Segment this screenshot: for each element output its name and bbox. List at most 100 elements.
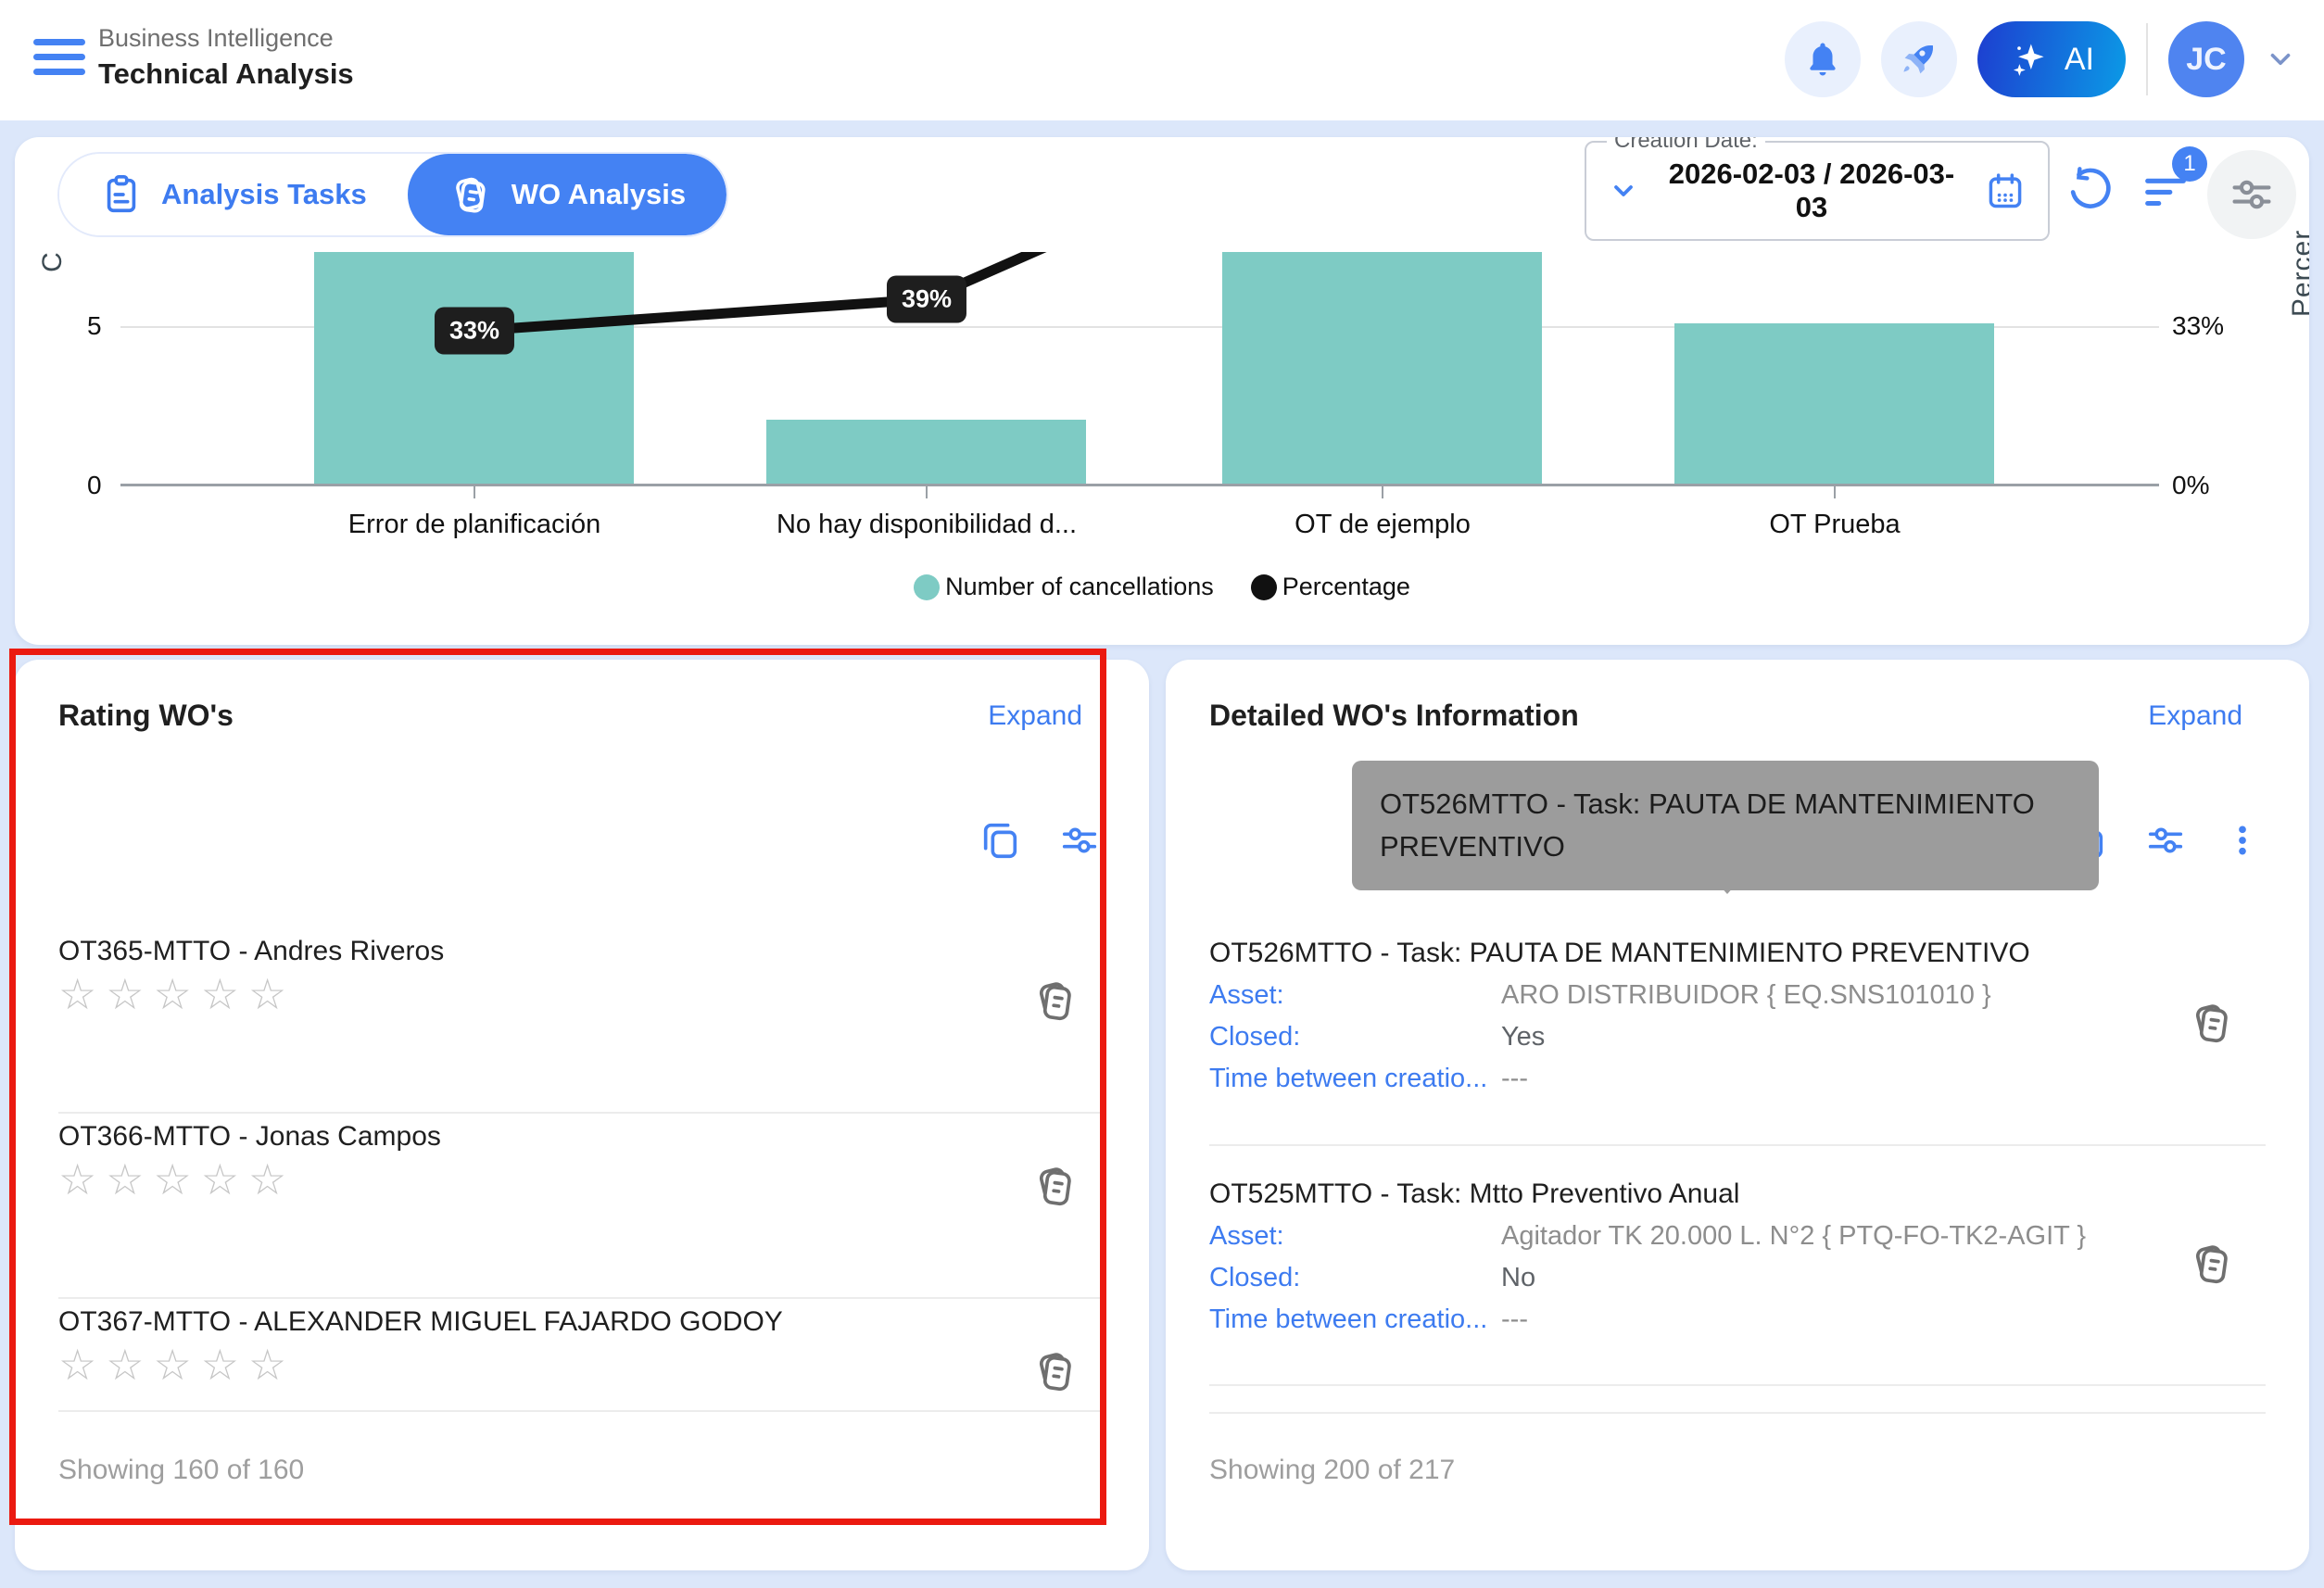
wo-analysis-card: Analysis Tasks WO Analysis Creation Date… — [15, 137, 2309, 645]
tab-analysis-tasks[interactable]: Analysis Tasks — [59, 154, 408, 235]
wo-title: OT366-MTTO - Jonas Campos — [58, 1114, 1105, 1153]
ai-label: AI — [2065, 42, 2094, 78]
legend-dot-black — [1251, 574, 1277, 600]
wo-ticket-icon[interactable] — [1031, 1162, 1080, 1210]
x-axis-tick — [1834, 486, 1836, 498]
x-axis-label: No hay disponibilidad d... — [704, 510, 1149, 540]
panel-title: Detailed WO's Information — [1209, 699, 1579, 733]
star-rating[interactable]: ☆☆☆☆☆ — [58, 973, 1105, 1015]
legend-item-cancellations[interactable]: Number of cancellations — [914, 573, 1214, 601]
tab-wo-analysis[interactable]: WO Analysis — [408, 154, 726, 235]
bell-icon — [1803, 40, 1842, 79]
rating-footer-count: Showing 160 of 160 — [58, 1455, 304, 1486]
wo-ticket-icon[interactable] — [1031, 977, 1080, 1025]
filter-icon[interactable]: 1 — [2139, 163, 2192, 217]
copy-icon[interactable] — [979, 819, 1021, 862]
y-axis-tick: 0 — [87, 471, 102, 500]
x-axis-label: OT Prueba — [1612, 510, 2057, 540]
creation-date-value: 2026-02-03 / 2026-03-03 — [1655, 158, 1968, 224]
y-axis-tick: 5 — [87, 311, 102, 341]
time-between-value: --- — [1501, 1304, 1528, 1335]
analysis-tabs: Analysis Tasks WO Analysis — [57, 152, 728, 237]
legend-label: Percentage — [1282, 573, 1410, 601]
entry-divider — [1209, 1144, 2266, 1146]
app-header: Business Intelligence Technical Analysis… — [0, 0, 2324, 120]
tune-sliders-icon[interactable] — [1058, 819, 1101, 862]
notifications-button[interactable] — [1785, 21, 1861, 97]
wo-ticket-icon — [448, 172, 493, 217]
entry-divider — [1209, 1412, 2266, 1414]
dashboard-screen: Business Intelligence Technical Analysis… — [0, 0, 2324, 1588]
asset-label: Asset: — [1209, 980, 1501, 1011]
wo-title: OT365-MTTO - Andres Riveros — [58, 928, 1105, 967]
tab-label: WO Analysis — [512, 178, 686, 211]
wo-title: OT525MTTO - Task: Mtto Preventivo Anual — [1209, 1178, 2266, 1210]
kebab-menu-icon[interactable] — [2224, 822, 2261, 859]
wo-title: OT526MTTO - Task: PAUTA DE MANTENIMIENTO… — [1209, 938, 2266, 969]
time-between-value: --- — [1501, 1064, 1528, 1094]
expand-link[interactable]: Expand — [988, 700, 1082, 732]
rating-list-item: OT365-MTTO - Andres Riveros ☆☆☆☆☆ — [58, 928, 1105, 1114]
expand-link[interactable]: Expand — [2148, 700, 2242, 732]
x-axis-label: OT de ejemplo — [1160, 510, 1605, 540]
chevron-down-icon[interactable] — [1609, 176, 1638, 206]
detailed-wos-panel: Detailed WO's Information Expand OT526MT… — [1166, 660, 2309, 1570]
percentage-line — [120, 252, 2159, 486]
bar-chart-plot-area: 33% 39% — [120, 252, 2159, 486]
tune-sliders-icon — [2228, 170, 2276, 219]
closed-label: Closed: — [1209, 1263, 1501, 1293]
filter-badge: 1 — [2172, 146, 2207, 182]
ai-assistant-button[interactable]: AI — [1977, 21, 2126, 97]
account-chevron-down-icon[interactable] — [2265, 44, 2296, 75]
tab-label: Analysis Tasks — [161, 178, 367, 211]
wo-tooltip: OT526MTTO - Task: PAUTA DE MANTENIMIENTO… — [1352, 761, 2099, 890]
entry-divider — [1209, 1384, 2266, 1386]
wo-ticket-icon[interactable] — [2188, 999, 2236, 1047]
app-title: Business Intelligence — [98, 24, 334, 53]
wo-ticket-icon[interactable] — [1031, 1347, 1080, 1395]
legend-dot-teal — [914, 574, 940, 600]
rocket-icon — [1900, 40, 1939, 79]
closed-value: No — [1501, 1263, 1535, 1293]
time-between-label[interactable]: Time between creatio... — [1209, 1304, 1501, 1335]
refresh-icon[interactable] — [2063, 163, 2116, 217]
tooltip-caret — [1712, 877, 1742, 894]
x-axis-tick — [926, 486, 928, 498]
y-axis-right-tick: 33% — [2172, 311, 2224, 341]
page-title: Technical Analysis — [98, 57, 354, 91]
wo-ticket-icon[interactable] — [2188, 1240, 2236, 1288]
x-axis-tick — [1382, 486, 1383, 498]
asset-value: ARO DISTRIBUIDOR { EQ.SNS101010 } — [1501, 980, 1991, 1011]
percentage-label: 39% — [887, 276, 966, 323]
chart-legend: Number of cancellations Percentage — [15, 573, 2309, 601]
closed-value: Yes — [1501, 1022, 1545, 1052]
time-between-label[interactable]: Time between creatio... — [1209, 1064, 1501, 1094]
x-axis-tick — [474, 486, 475, 498]
rating-wos-panel: Rating WO's Expand OT365-MTTO - Andres R… — [15, 660, 1149, 1570]
closed-label: Closed: — [1209, 1022, 1501, 1052]
star-rating[interactable]: ☆☆☆☆☆ — [58, 1343, 1105, 1386]
wo-detail-entry: OT526MTTO - Task: PAUTA DE MANTENIMIENTO… — [1209, 938, 2266, 1094]
rating-list-item: OT367-MTTO - ALEXANDER MIGUEL FAJARDO GO… — [58, 1299, 1105, 1412]
asset-value: Agitador TK 20.000 L. N°2 { PTQ-FO-TK2-A… — [1501, 1221, 2086, 1252]
x-axis-label: Error de planificación — [252, 510, 697, 540]
legend-item-percentage[interactable]: Percentage — [1251, 573, 1410, 601]
hamburger-menu-icon[interactable] — [33, 39, 85, 82]
left-axis-title-clipped: C — [37, 252, 69, 272]
chart-settings-button[interactable] — [2207, 150, 2296, 239]
avatar[interactable]: JC — [2168, 21, 2244, 97]
right-axis-title-clipped: Percer — [2287, 230, 2309, 317]
clipboard-icon — [100, 173, 143, 216]
launch-button[interactable] — [1881, 21, 1957, 97]
panel-title: Rating WO's — [58, 699, 234, 733]
header-divider — [2146, 23, 2148, 95]
rating-list-item: OT366-MTTO - Jonas Campos ☆☆☆☆☆ — [58, 1114, 1105, 1299]
tune-sliders-icon[interactable] — [2144, 819, 2187, 862]
creation-date-field[interactable]: Creation Date: 2026-02-03 / 2026-03-03 — [1585, 141, 2050, 241]
wo-title: OT367-MTTO - ALEXANDER MIGUEL FAJARDO GO… — [58, 1299, 1105, 1338]
star-rating[interactable]: ☆☆☆☆☆ — [58, 1158, 1105, 1201]
y-axis-right-tick: 0% — [2172, 471, 2209, 500]
wo-detail-entry: OT525MTTO - Task: Mtto Preventivo Anual … — [1209, 1178, 2266, 1335]
legend-label: Number of cancellations — [945, 573, 1214, 601]
calendar-icon[interactable] — [1985, 170, 2026, 211]
